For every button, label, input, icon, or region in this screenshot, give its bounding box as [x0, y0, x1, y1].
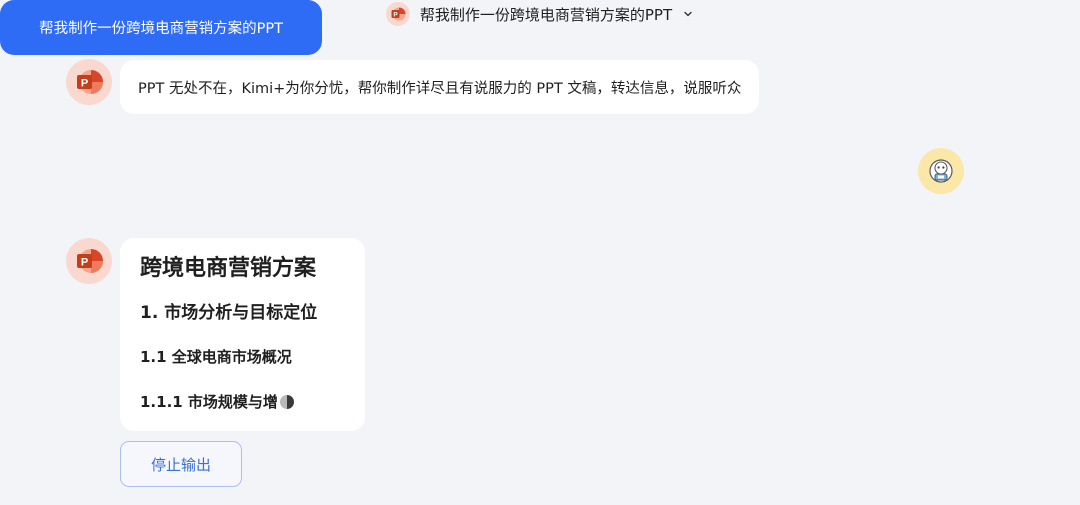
chat-header: P 帮我制作一份跨境电商营销方案的PPT [0, 0, 1080, 28]
outline-section: 1. 市场分析与目标定位 [140, 303, 318, 323]
svg-text:P: P [81, 257, 88, 269]
outline-subsubsection-row: 1.1.1 市场规模与增 [140, 392, 345, 412]
user-avatar [918, 148, 964, 194]
bot-intro-text: PPT 无处不在，Kimi+为你分忧，帮你制作详尽且有说服力的 PPT 文稿，转… [138, 80, 742, 97]
typing-cursor-icon [279, 395, 294, 409]
svg-text:P: P [393, 12, 398, 19]
robot-avatar-icon [927, 157, 955, 185]
outline-title: 跨境电商营销方案 [140, 256, 317, 281]
stop-output-label: 停止输出 [150, 455, 211, 474]
stop-output-button[interactable]: 停止输出 [120, 441, 242, 487]
bot-avatar: P [66, 59, 112, 105]
chat-title-dropdown[interactable]: P 帮我制作一份跨境电商营销方案的PPT [385, 2, 694, 26]
chat-title: 帮我制作一份跨境电商营销方案的PPT [419, 5, 673, 24]
ppt-icon: P [74, 67, 104, 97]
bot-avatar: P [66, 238, 112, 284]
ppt-icon: P [385, 2, 410, 26]
outline-subsubsection: 1.1.1 市场规模与增 [140, 393, 278, 411]
chevron-down-icon [682, 8, 694, 20]
ppt-icon: P [74, 246, 104, 276]
svg-text:P: P [81, 78, 88, 90]
outline-subsection: 1.1 全球电商市场概况 [140, 348, 292, 366]
bot-intro-message: PPT 无处不在，Kimi+为你分忧，帮你制作详尽且有说服力的 PPT 文稿，转… [120, 60, 760, 114]
bot-outline-message: 跨境电商营销方案 1. 市场分析与目标定位 1.1 全球电商市场概况 1.1.1… [120, 238, 365, 431]
